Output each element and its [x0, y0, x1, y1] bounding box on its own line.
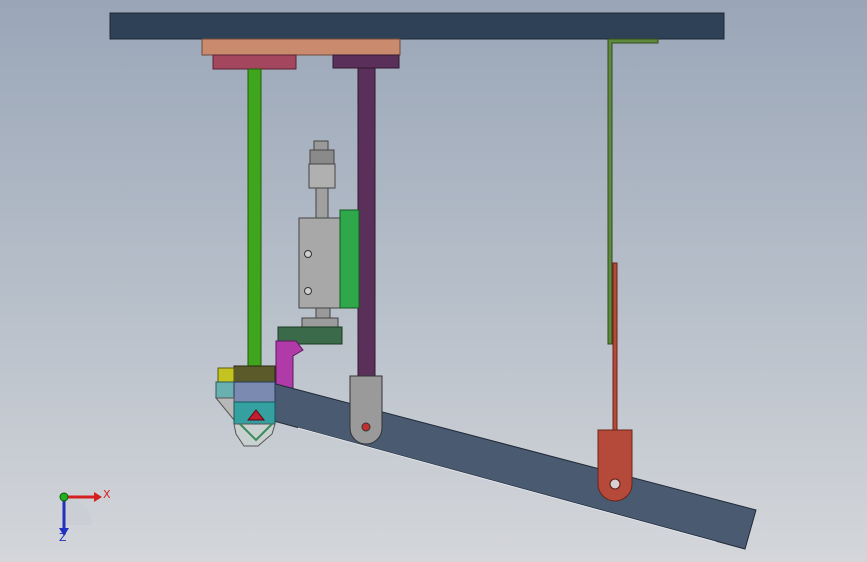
right-rod-block[interactable] [332, 54, 400, 69]
3d-viewport[interactable]: X Z [0, 0, 867, 562]
pin-rod-clevis-hole[interactable] [609, 478, 621, 490]
right-clevis-pin[interactable] [361, 422, 371, 432]
assembly-model[interactable] [0, 0, 867, 562]
pin-rod-clevis[interactable] [597, 429, 633, 502]
pin-rod[interactable] [612, 262, 618, 434]
z-axis-label: Z [59, 531, 67, 544]
mounting-plate[interactable] [201, 38, 401, 56]
right-clevis[interactable] [349, 375, 383, 445]
pneumatic-cylinder[interactable] [298, 140, 342, 330]
left-guide-rod[interactable] [247, 68, 262, 369]
axis-triad [59, 492, 102, 536]
x-axis-arrowhead [94, 492, 102, 502]
left-rod-block[interactable] [212, 54, 297, 70]
right-link-rod[interactable] [357, 67, 376, 379]
x-axis-label: X [103, 488, 111, 501]
lever-bar[interactable] [269, 382, 757, 550]
left-mechanism-cluster[interactable] [214, 365, 276, 447]
y-axis-origin [59, 492, 69, 502]
triad-shadow [64, 497, 92, 525]
top-frame-beam[interactable] [109, 12, 725, 40]
cylinder-bracket[interactable] [339, 209, 360, 309]
hook-plate[interactable] [275, 340, 304, 389]
